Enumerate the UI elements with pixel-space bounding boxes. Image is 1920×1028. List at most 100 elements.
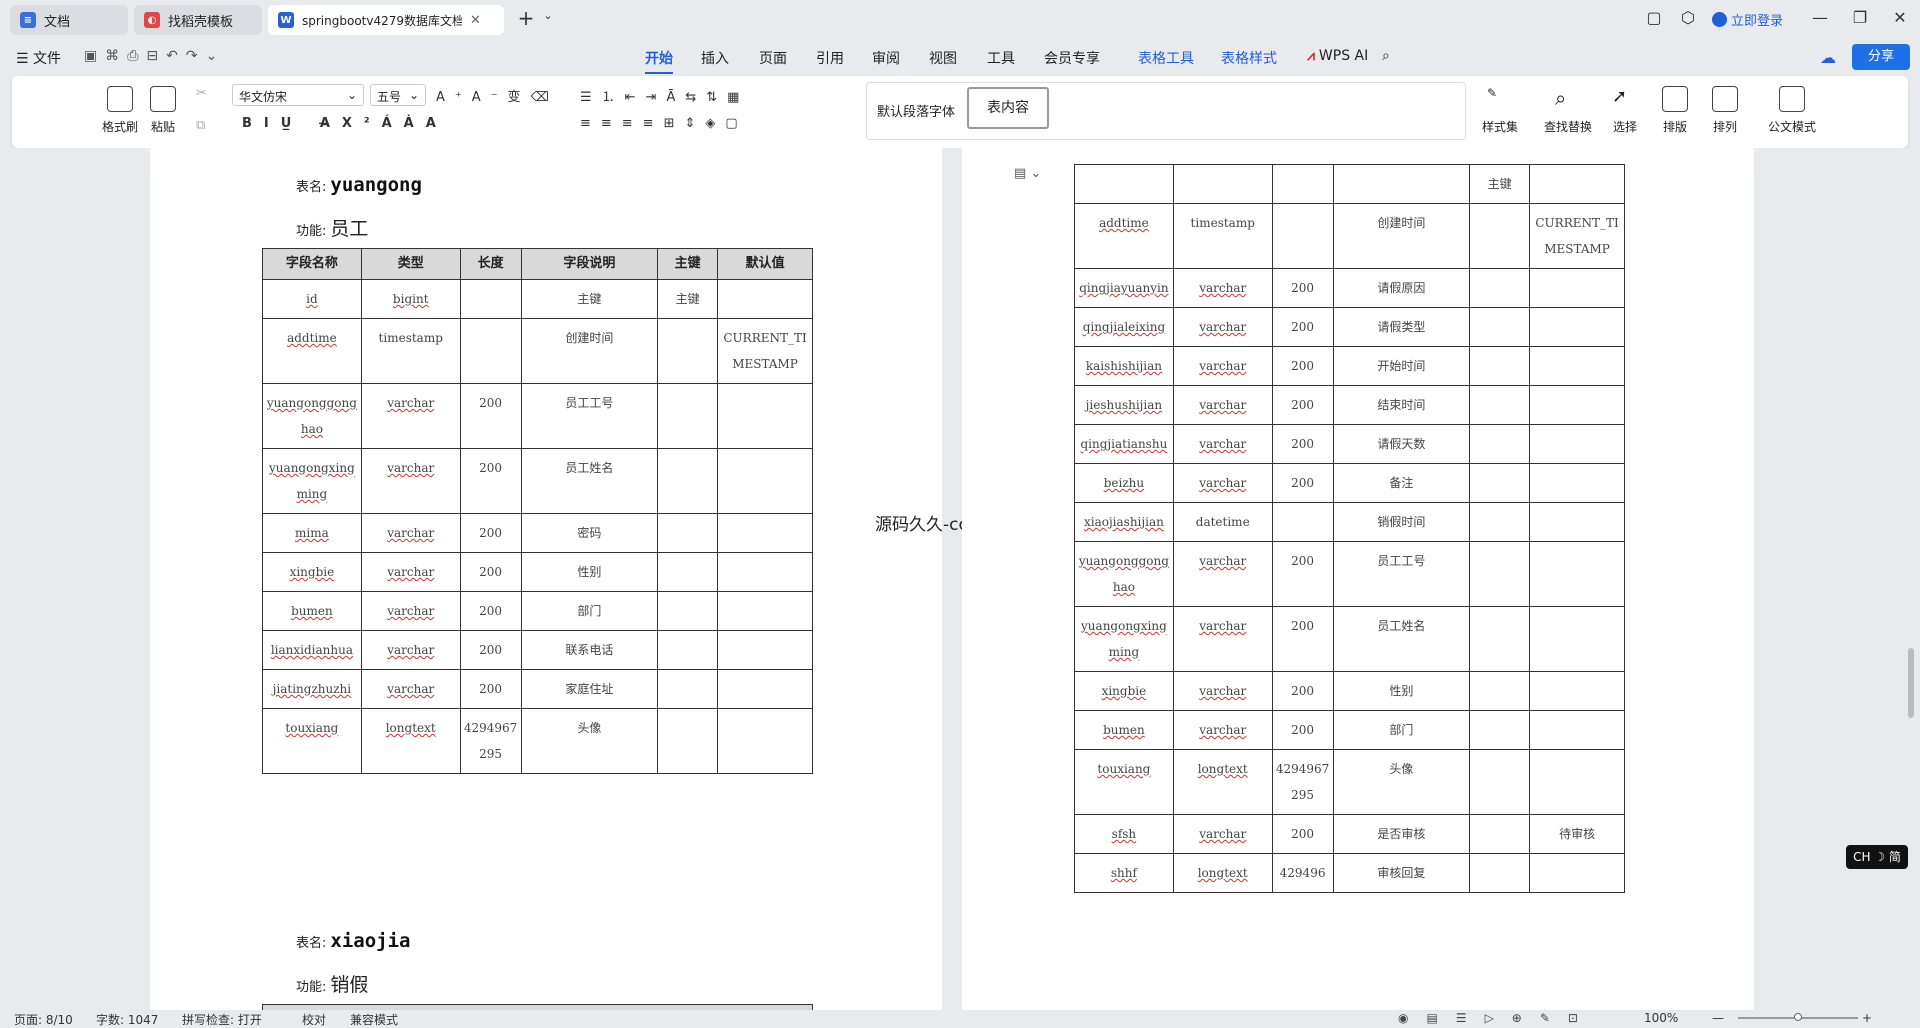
table-cell[interactable]: varchar — [1172, 385, 1273, 425]
page-left[interactable]: 表名: yuangong 功能: 员工 字段名称 类型 长度 字段说明 主键 默认值 id bi… — [150, 148, 942, 1010]
table-row[interactable]: xingbie varchar 200 性别 — [1074, 671, 1625, 711]
table-cell[interactable] — [1469, 463, 1531, 503]
table-cell[interactable] — [657, 669, 719, 709]
menu-review[interactable]: 审阅 — [872, 48, 900, 68]
table-cell[interactable]: xingbie — [1074, 671, 1174, 711]
zoom-in-icon[interactable]: + — [1862, 1011, 1872, 1025]
table-cell[interactable] — [1529, 749, 1625, 815]
window-layout-icon[interactable]: ▢ — [1640, 8, 1668, 27]
table-cell[interactable] — [1529, 502, 1625, 542]
table-cell[interactable]: qingjialeixing — [1074, 307, 1174, 347]
table-cell[interactable]: varchar — [1172, 814, 1273, 854]
table-cell[interactable]: 200 — [1271, 814, 1334, 854]
table-cell[interactable] — [1529, 541, 1625, 607]
table-cell[interactable] — [717, 448, 813, 514]
table-cell[interactable] — [1469, 307, 1531, 347]
scrollbar-thumb[interactable] — [1908, 648, 1914, 718]
search-icon[interactable]: ⌕ — [1382, 48, 1390, 64]
format-painter-button[interactable]: 格式刷 — [102, 86, 138, 135]
menu-table-style[interactable]: 表格样式 — [1221, 48, 1277, 68]
table-row[interactable]: mima varchar 200 密码 — [262, 513, 813, 553]
table-cell[interactable]: 200 — [459, 591, 522, 631]
menu-table-tools[interactable]: 表格工具 — [1138, 48, 1194, 68]
table-cell[interactable] — [1529, 710, 1625, 750]
table-cell[interactable] — [717, 591, 813, 631]
table-cell[interactable]: qingjiatianshu — [1074, 424, 1174, 464]
font-tools[interactable]: A⁺A⁻变⌫ — [436, 86, 559, 105]
table-cell[interactable]: 请假原因 — [1332, 268, 1471, 308]
column-header[interactable]: 类型 — [360, 248, 461, 280]
table-row[interactable]: touxiang longtext 4294967295 头像 — [1074, 749, 1625, 815]
table-cell[interactable]: varchar — [360, 448, 461, 514]
table-cell[interactable]: varchar — [360, 591, 461, 631]
table-cell[interactable]: id — [262, 279, 362, 319]
table-cell[interactable] — [657, 513, 719, 553]
table-cell[interactable]: datetime — [1172, 502, 1273, 542]
status-page[interactable]: 页面: 8/10 — [14, 1011, 73, 1028]
table-cell[interactable] — [1332, 164, 1471, 204]
xiaojia-table[interactable]: 主键 addtime timestamp 创建时间 CURRENT_TIMESTAMP q… — [1074, 164, 1625, 893]
file-menu[interactable]: ☰ 文件 — [16, 48, 61, 68]
table-cell[interactable]: longtext — [360, 708, 461, 774]
table-cell[interactable]: CURRENT_TIMESTAMP — [717, 318, 813, 384]
table-cell[interactable]: 头像 — [1332, 749, 1471, 815]
cut-icon[interactable]: ✂ — [196, 86, 207, 101]
find-replace-button[interactable]: ⌕ 查找替换 — [1544, 86, 1592, 135]
table-cell[interactable] — [717, 552, 813, 592]
table-cell[interactable] — [657, 318, 719, 384]
table-cell[interactable]: bumen — [262, 591, 362, 631]
list-tools[interactable]: ☰⒈⇤⇥Ā⇆⇅▦ — [580, 86, 749, 105]
table-cell[interactable]: 销假时间 — [1332, 502, 1471, 542]
table-row[interactable]: beizhu varchar 200 备注 — [1074, 463, 1625, 503]
table-cell[interactable]: varchar — [360, 383, 461, 449]
table-cell[interactable] — [657, 630, 719, 670]
menu-home[interactable]: 开始 — [645, 48, 673, 74]
table-cell[interactable]: xiaojiashijian — [1074, 502, 1174, 542]
table-cell[interactable]: varchar — [360, 630, 461, 670]
table-cell[interactable]: yuangonggonghao — [1074, 541, 1174, 607]
restore-icon[interactable]: ❐ — [1846, 8, 1874, 27]
table-cell[interactable]: 创建时间 — [520, 318, 659, 384]
table-cell[interactable]: 200 — [1271, 424, 1334, 464]
table-row[interactable]: yuangonggonghao varchar 200 员工工号 — [262, 383, 813, 449]
table-row[interactable]: addtime timestamp 创建时间 CURRENT_TIMESTAMP — [262, 318, 813, 384]
table-row[interactable]: shhf longtext 429496 审核回复 — [1074, 853, 1625, 893]
table-row[interactable]: kaishishijian varchar 200 开始时间 — [1074, 346, 1625, 386]
menu-tools[interactable]: 工具 — [987, 48, 1015, 68]
table-row[interactable]: qingjialeixing varchar 200 请假类型 — [1074, 307, 1625, 347]
select-button[interactable]: ➚ 选择 — [1612, 86, 1638, 135]
table-cell[interactable]: 创建时间 — [1332, 203, 1471, 269]
table-cell[interactable]: 开始时间 — [1332, 346, 1471, 386]
table-cell[interactable]: 员工工号 — [1332, 541, 1471, 607]
table-cell[interactable]: kaishishijian — [1074, 346, 1174, 386]
official-mode-button[interactable]: 公文模式 — [1768, 86, 1816, 135]
table-cell[interactable]: bumen — [1074, 710, 1174, 750]
table-cell[interactable]: bigint — [360, 279, 461, 319]
table-cell[interactable]: 请假天数 — [1332, 424, 1471, 464]
table-cell[interactable] — [717, 630, 813, 670]
table-cell[interactable] — [717, 669, 813, 709]
table-row[interactable]: bumen varchar 200 部门 — [1074, 710, 1625, 750]
document-area[interactable]: 表名: yuangong 功能: 员工 字段名称 类型 长度 字段说明 主键 默认值 id bi… — [0, 148, 1920, 1010]
table-cell[interactable]: shhf — [1074, 853, 1174, 893]
table-cell[interactable]: varchar — [1172, 268, 1273, 308]
table-cell[interactable]: 200 — [1271, 463, 1334, 503]
table-cell[interactable]: varchar — [1172, 710, 1273, 750]
table-cell[interactable] — [1529, 424, 1625, 464]
menu-insert[interactable]: 插入 — [701, 48, 729, 68]
table-row[interactable]: touxiang longtext 4294967295 头像 — [262, 708, 813, 774]
table-handle-icon[interactable]: ▤ ⌄ — [1014, 166, 1041, 181]
table-cell[interactable] — [1469, 541, 1531, 607]
table-cell[interactable]: addtime — [262, 318, 362, 384]
table-row[interactable]: yuangongxingming varchar 200 员工姓名 — [262, 448, 813, 514]
table-cell[interactable]: 200 — [1271, 541, 1334, 607]
table-row[interactable]: 主键 — [1074, 164, 1625, 204]
table-cell[interactable]: 200 — [1271, 710, 1334, 750]
table-cell[interactable] — [1469, 749, 1531, 815]
table-cell[interactable] — [1529, 463, 1625, 503]
table-cell[interactable] — [717, 279, 813, 319]
table-cell[interactable]: sfsh — [1074, 814, 1174, 854]
table-cell[interactable]: 审核回复 — [1332, 853, 1471, 893]
table-cell[interactable]: CURRENT_TIMESTAMP — [1529, 203, 1625, 269]
table-cell[interactable] — [1469, 853, 1531, 893]
